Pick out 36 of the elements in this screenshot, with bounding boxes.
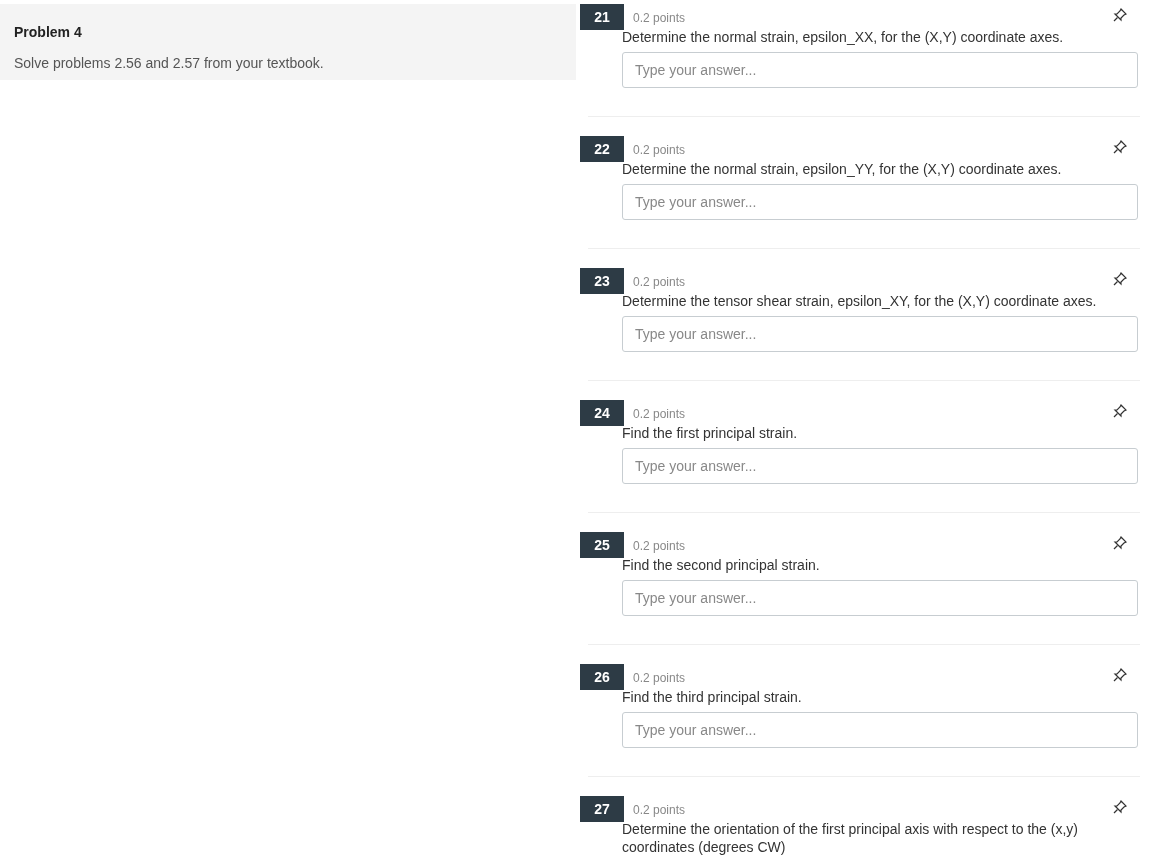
question-points: 0.2 points: [633, 406, 686, 423]
question-number: 27: [580, 796, 624, 822]
question-text: Find the first principal strain.: [622, 424, 799, 442]
pin-icon[interactable]: [1112, 799, 1128, 815]
question-number: 21: [580, 4, 624, 30]
question-points: 0.2 points: [633, 802, 686, 819]
pin-icon[interactable]: [1112, 139, 1128, 155]
question-points: 0.2 points: [633, 670, 686, 687]
problem-description: Solve problems 2.56 and 2.57 from your textbook.: [14, 54, 325, 73]
question-number: 22: [580, 136, 624, 162]
answer-field[interactable]: Type your answer...: [622, 448, 1138, 484]
question-number: 26: [580, 664, 624, 690]
pin-icon[interactable]: [1112, 667, 1128, 683]
question-text: Find the third principal strain.: [622, 688, 803, 706]
question-points: 0.2 points: [633, 142, 686, 159]
answer-field[interactable]: Type your answer...: [622, 184, 1138, 220]
problem-title: Problem 4: [14, 23, 83, 42]
question-points: 0.2 points: [633, 538, 686, 555]
question-points: 0.2 points: [633, 274, 686, 291]
question-text: Determine the normal strain, epsilon_YY, for the (X,Y) coordinate axes.: [622, 160, 1063, 178]
answer-field[interactable]: Type your answer...: [622, 52, 1138, 88]
question-number: 23: [580, 268, 624, 294]
question-points: 0.2 points: [633, 10, 686, 27]
question-number: 24: [580, 400, 624, 426]
pin-icon[interactable]: [1112, 535, 1128, 551]
pin-icon[interactable]: [1112, 7, 1128, 23]
question-text: Find the second principal strain.: [622, 556, 821, 574]
pin-icon[interactable]: [1112, 271, 1128, 287]
answer-field[interactable]: Type your answer...: [622, 712, 1138, 748]
answer-field[interactable]: Type your answer...: [622, 316, 1138, 352]
question-text: Determine the orientation of the first principal axis with respect to the (x,y) coordinates (degrees CW): [622, 820, 1079, 856]
question-number: 25: [580, 532, 624, 558]
answer-field[interactable]: Type your answer...: [622, 580, 1138, 616]
question-text: Determine the tensor shear strain, epsilon_XY, for the (X,Y) coordinate axes.: [622, 292, 1098, 310]
pin-icon[interactable]: [1112, 403, 1128, 419]
question-text: Determine the normal strain, epsilon_XX, for the (X,Y) coordinate axes.: [622, 28, 1065, 46]
